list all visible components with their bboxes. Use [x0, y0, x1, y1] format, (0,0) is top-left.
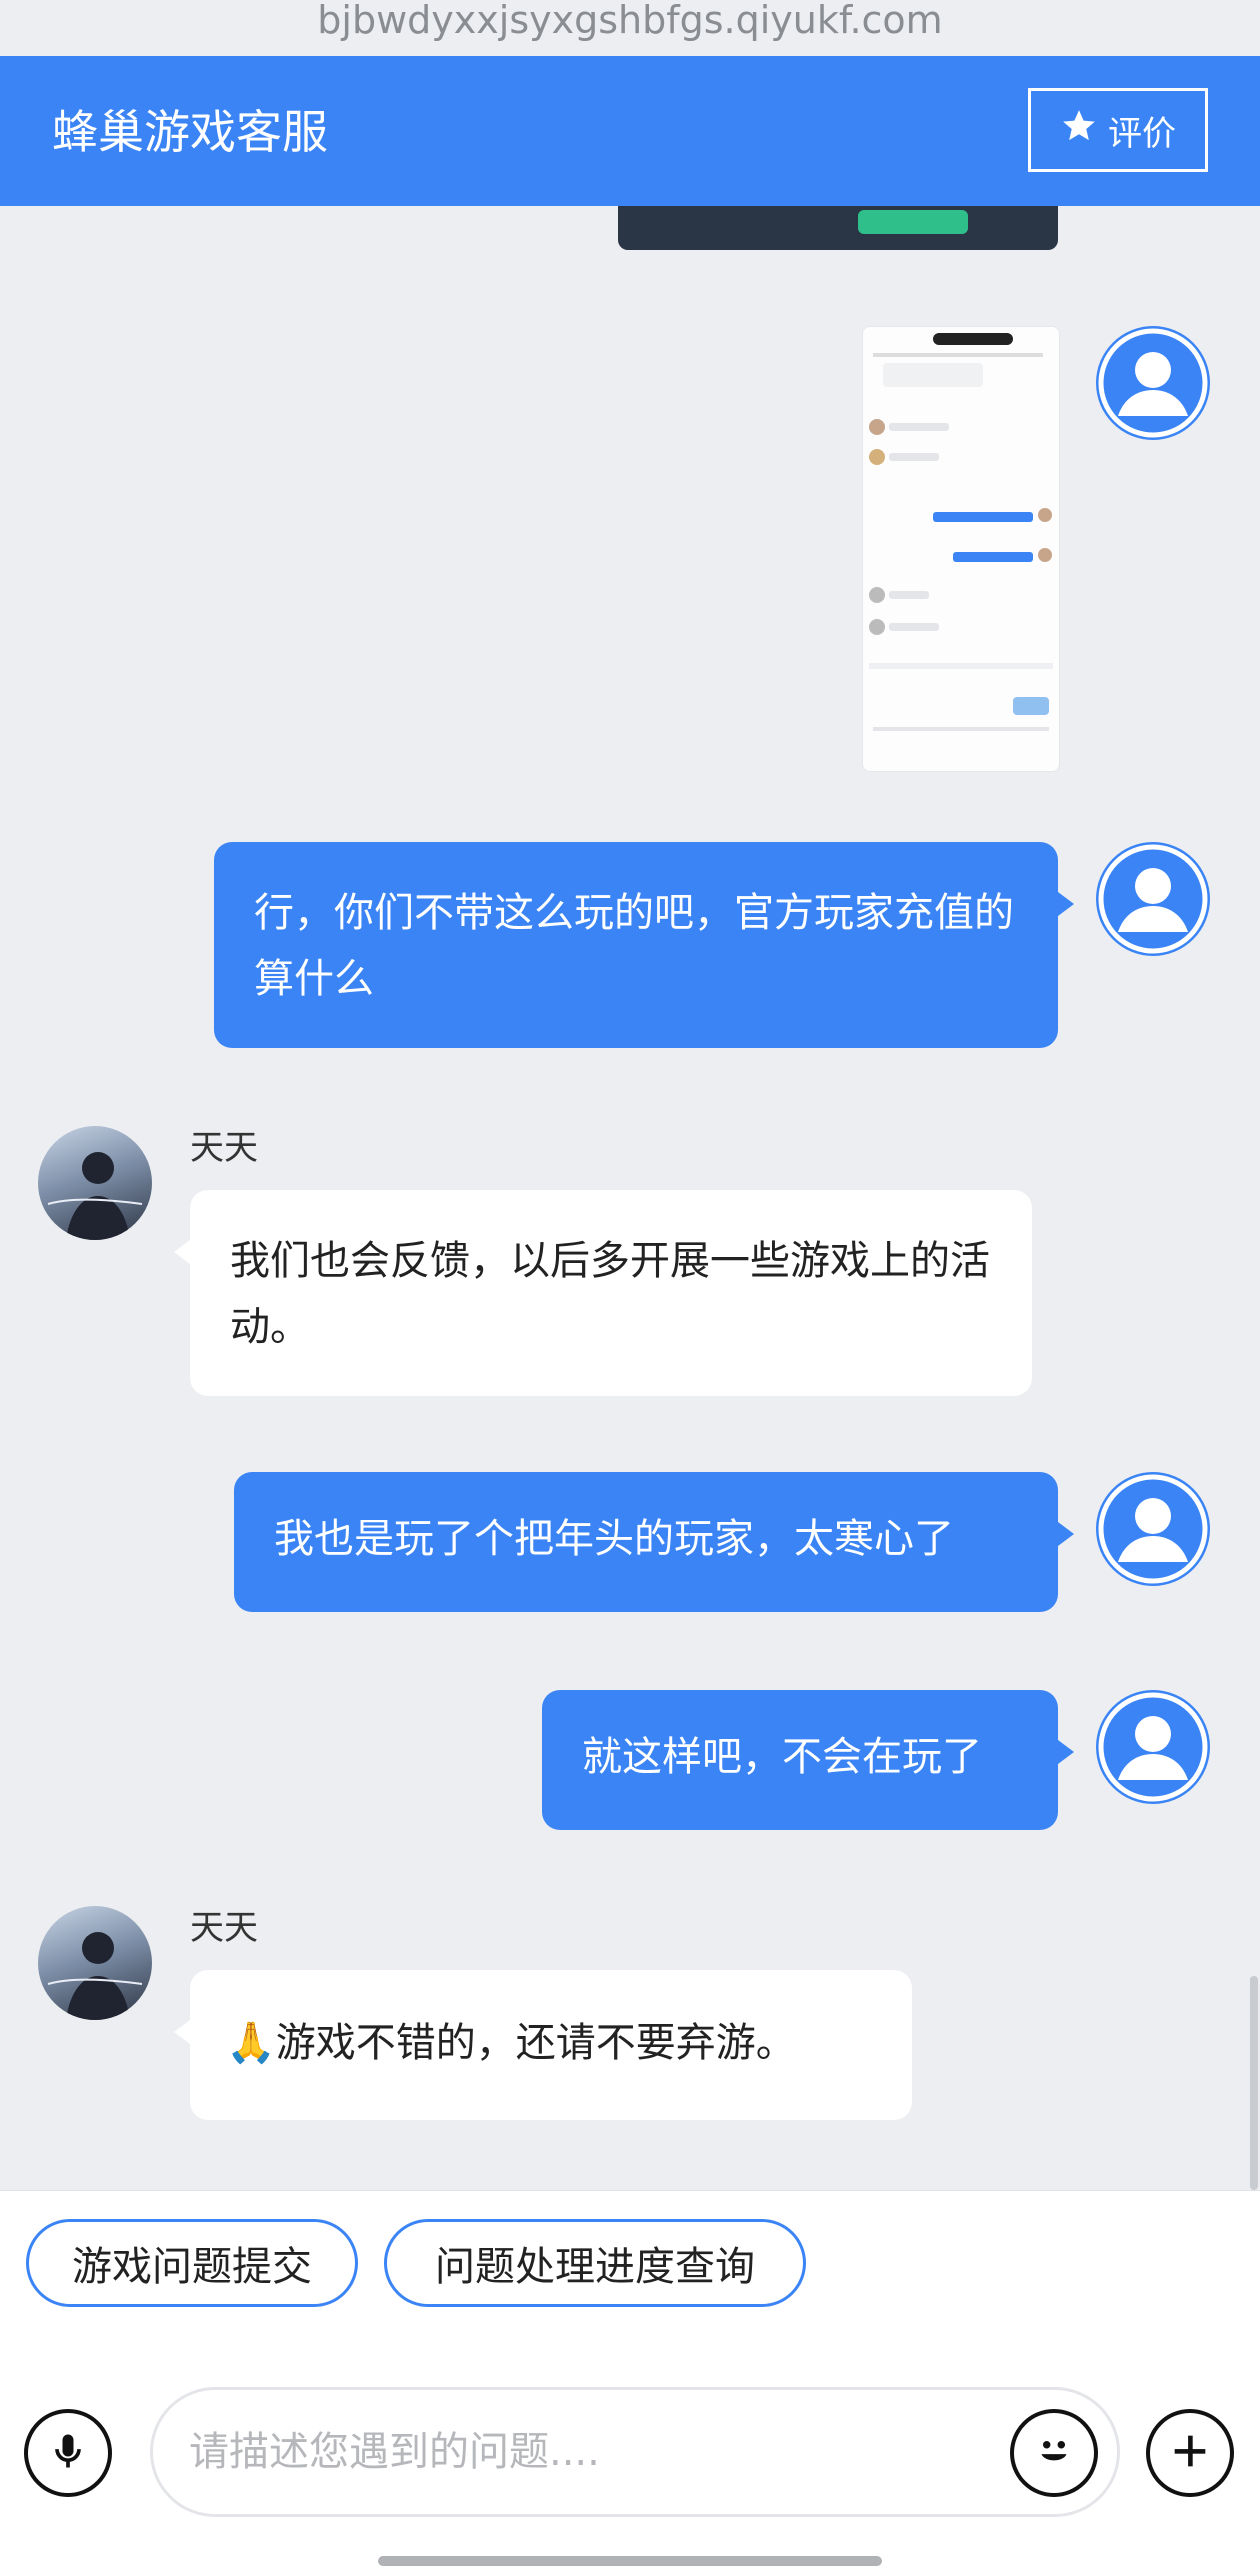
page-title: 蜂巢游戏客服: [52, 105, 328, 159]
agent-avatar: [38, 1126, 152, 1240]
message-input[interactable]: 请描述您遇到的问题....: [150, 2387, 1120, 2517]
voice-button[interactable]: [24, 2409, 112, 2497]
user-message: 就这样吧，不会在玩了: [542, 1690, 1074, 1830]
browser-url: bjbwdyxxjsyxgshbfgs.qiyukf.com: [0, 0, 1260, 56]
microphone-icon: [46, 2429, 90, 2477]
chat-history[interactable]: 行，你们不带这么玩的吧，官方玩家充值的算什么 天天 我们也会反馈，以后多开展一些…: [0, 206, 1260, 2190]
plus-icon: [1167, 2428, 1213, 2478]
agent-name: 天天: [190, 1128, 258, 1168]
user-message: 我也是玩了个把年头的玩家，太寒心了: [234, 1472, 1074, 1612]
agent-name: 天天: [190, 1908, 258, 1948]
message-composer: 请描述您遇到的问题....: [0, 2331, 1260, 2572]
user-message: 行，你们不带这么玩的吧，官方玩家充值的算什么: [214, 842, 1074, 1048]
emoji-button[interactable]: [1010, 2409, 1098, 2497]
user-avatar: [1096, 1472, 1210, 1586]
chat-scrollbar[interactable]: [1250, 1976, 1258, 2190]
rate-button[interactable]: 评价: [1028, 88, 1208, 172]
agent-avatar: [38, 1906, 152, 2020]
rate-label: 评价: [1108, 113, 1176, 154]
screenshot-image-message[interactable]: [862, 326, 1060, 772]
app-header: 蜂巢游戏客服 评价: [0, 56, 1260, 206]
image-message-partial[interactable]: [618, 206, 1058, 250]
quick-action-submit-issue[interactable]: 游戏问题提交: [26, 2219, 358, 2307]
quick-action-progress-query[interactable]: 问题处理进度查询: [384, 2219, 806, 2307]
quick-actions-bar: 游戏问题提交 问题处理进度查询: [0, 2190, 1260, 2332]
more-button[interactable]: [1146, 2409, 1234, 2497]
emoji-icon: [1029, 2426, 1079, 2480]
user-avatar: [1096, 1690, 1210, 1804]
user-avatar: [1096, 326, 1210, 440]
star-icon: [1060, 107, 1098, 154]
agent-message: 我们也会反馈，以后多开展一些游戏上的活动。: [174, 1190, 1032, 1396]
agent-message: 🙏游戏不错的，还请不要弃游。: [174, 1970, 912, 2120]
home-indicator[interactable]: [378, 2556, 882, 2566]
user-avatar: [1096, 842, 1210, 956]
